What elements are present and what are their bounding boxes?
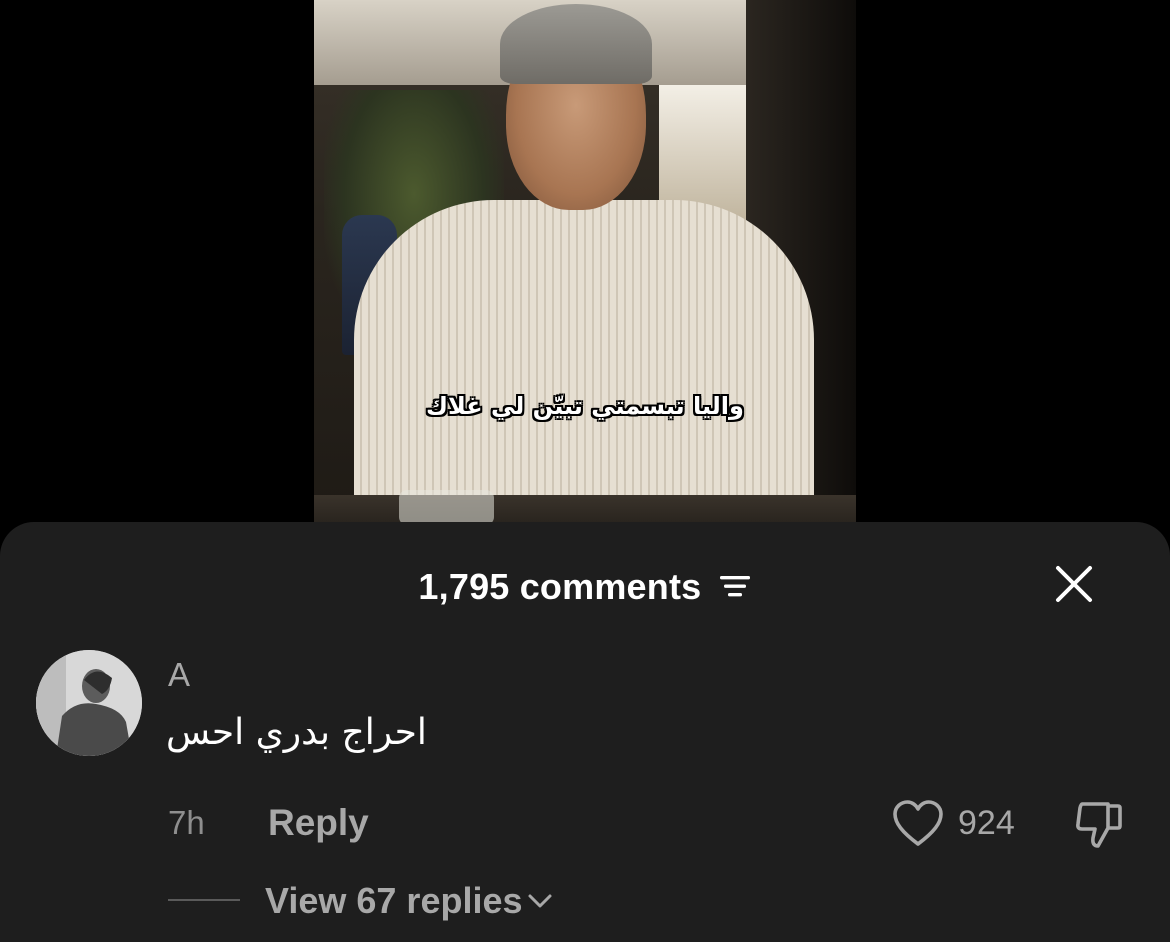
comment-text: احراج بدري احس <box>166 712 427 753</box>
reply-button[interactable]: Reply <box>268 802 369 844</box>
thumbs-down-icon[interactable] <box>1074 798 1124 850</box>
view-replies-button[interactable]: View 67 replies <box>265 880 553 922</box>
avatar-photo-icon <box>36 650 142 756</box>
view-replies-label: View 67 replies <box>265 880 523 921</box>
close-icon[interactable] <box>1054 564 1094 604</box>
video-caption: واليا تبسمتي تبيّن لي غلاك <box>426 392 744 420</box>
comments-count-title: 1,795 comments <box>418 566 702 607</box>
like-count: 924 <box>958 804 1015 842</box>
video-player[interactable]: واليا تبسمتي تبيّن لي غلاك <box>314 0 856 530</box>
comments-header: 1,795 comments <box>0 566 1170 608</box>
comment-username[interactable]: A <box>168 656 190 694</box>
video-person-shirt <box>354 200 814 530</box>
comments-sheet: 1,795 comments A احراج بدري احس 7h Reply… <box>0 522 1170 942</box>
chevron-down-icon <box>528 894 552 908</box>
video-glass <box>399 490 494 525</box>
video-person-hair <box>500 4 652 84</box>
avatar[interactable] <box>36 650 142 756</box>
sort-filter-icon[interactable] <box>718 572 752 600</box>
comment-timestamp: 7h <box>168 804 205 841</box>
heart-icon[interactable] <box>892 798 944 848</box>
replies-divider <box>168 899 240 901</box>
